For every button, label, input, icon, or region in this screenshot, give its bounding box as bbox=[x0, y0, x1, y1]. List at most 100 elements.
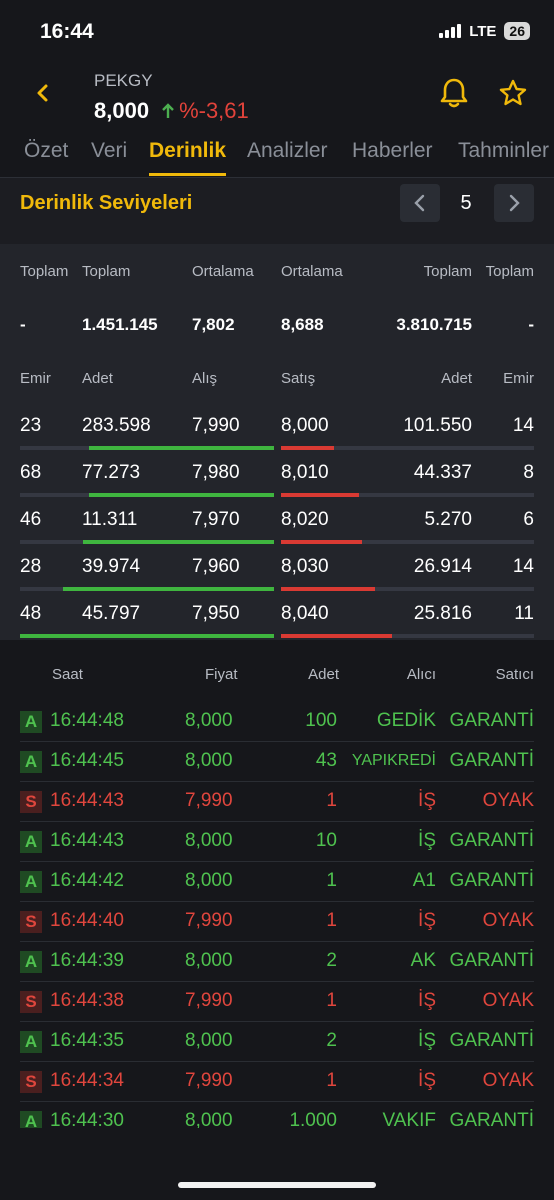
bid-price: 7,970 bbox=[192, 509, 240, 530]
trade-row[interactable]: S 16:44:40 7,990 1 İŞ OYAK bbox=[20, 902, 534, 942]
back-button[interactable] bbox=[28, 78, 58, 108]
level-increase-button[interactable] bbox=[494, 184, 534, 222]
trade-side-badge: S bbox=[20, 791, 42, 813]
trade-seller: GARANTİ bbox=[449, 1030, 534, 1051]
trade-seller: OYAK bbox=[482, 1070, 534, 1091]
trade-price: 8,000 bbox=[185, 870, 233, 891]
trade-buyer: İŞ bbox=[418, 830, 436, 851]
trade-row[interactable]: A 16:44:42 8,000 1 A1 GARANTİ bbox=[20, 862, 534, 902]
status-bar: 16:44 LTE 26 bbox=[0, 0, 554, 64]
tab-tahminler[interactable]: Tahminler bbox=[458, 136, 549, 176]
trade-quantity: 1 bbox=[326, 1070, 337, 1091]
trade-seller: GARANTİ bbox=[449, 870, 534, 891]
ask-quantity: 44.337 bbox=[413, 462, 472, 483]
trade-price: 8,000 bbox=[185, 1110, 233, 1128]
trade-quantity: 100 bbox=[305, 710, 337, 731]
ask-orders: 11 bbox=[514, 603, 534, 624]
network-type: LTE bbox=[469, 22, 497, 40]
summary-label: Toplam bbox=[423, 263, 472, 280]
column-header-seller: Satıcı bbox=[495, 666, 534, 683]
summary-value: - bbox=[528, 315, 534, 334]
trade-price: 7,990 bbox=[185, 790, 233, 811]
trade-price: 8,000 bbox=[185, 950, 233, 971]
tab-analizler[interactable]: Analizler bbox=[247, 136, 328, 176]
ask-quantity: 26.914 bbox=[413, 556, 472, 577]
trade-seller: GARANTİ bbox=[449, 830, 534, 851]
summary-label: Toplam bbox=[82, 263, 131, 280]
trade-seller: OYAK bbox=[482, 790, 534, 811]
trade-quantity: 1 bbox=[326, 910, 337, 931]
trade-row[interactable]: S 16:44:38 7,990 1 İŞ OYAK bbox=[20, 982, 534, 1022]
tab-veri[interactable]: Veri bbox=[91, 136, 127, 176]
summary-value: - bbox=[20, 315, 26, 334]
trade-buyer: İŞ bbox=[418, 910, 436, 931]
ask-price: 8,040 bbox=[281, 603, 329, 624]
bid-volume-bar bbox=[83, 540, 274, 544]
alert-button[interactable] bbox=[438, 76, 470, 110]
trade-row[interactable]: A 16:44:39 8,000 2 AK GARANTİ bbox=[20, 942, 534, 982]
trade-time: 16:44:43 bbox=[50, 830, 124, 851]
trade-row[interactable]: A 16:44:45 8,000 43 YAPIKREDİ GARANTİ bbox=[20, 742, 534, 782]
ask-price: 8,020 bbox=[281, 509, 329, 530]
trade-row[interactable]: A 16:44:30 8,000 1.000 VAKIF GARANTİ bbox=[20, 1102, 534, 1128]
column-header-price: Fiyat bbox=[205, 666, 238, 683]
trade-row[interactable]: A 16:44:35 8,000 2 İŞ GARANTİ bbox=[20, 1022, 534, 1062]
bid-price: 7,990 bbox=[192, 415, 240, 436]
trade-row[interactable]: S 16:44:34 7,990 1 İŞ OYAK bbox=[20, 1062, 534, 1102]
summary-label: Toplam bbox=[485, 263, 534, 280]
favorite-button[interactable] bbox=[498, 78, 528, 108]
level-decrease-button[interactable] bbox=[400, 184, 440, 222]
ask-quantity: 5.270 bbox=[424, 509, 472, 530]
summary-label: Toplam bbox=[20, 263, 69, 280]
ask-quantity: 25.816 bbox=[413, 603, 472, 624]
summary-value: 7,802 bbox=[192, 315, 235, 334]
column-label: Alış bbox=[192, 370, 218, 387]
summary-label: Ortalama bbox=[281, 263, 343, 280]
bid-orders: 23 bbox=[20, 415, 42, 436]
arrow-up-icon bbox=[162, 103, 174, 118]
trade-side-badge: A bbox=[20, 871, 42, 893]
trades-list[interactable]: A 16:44:48 8,000 100 GEDİK GARANTİ A 16:44:45 8,… bbox=[0, 702, 554, 1128]
trade-time: 16:44:42 bbox=[50, 870, 124, 891]
ask-volume-bar bbox=[281, 493, 359, 497]
column-header-buyer: Alıcı bbox=[406, 666, 436, 683]
summary-value: 1.451.145 bbox=[82, 315, 158, 334]
trade-price: 7,990 bbox=[185, 910, 233, 931]
trade-buyer: İŞ bbox=[418, 790, 436, 811]
ask-orders: 14 bbox=[512, 556, 534, 577]
bid-orders: 46 bbox=[20, 509, 42, 530]
tab-derinlik[interactable]: Derinlik bbox=[149, 136, 227, 176]
ask-orders: 14 bbox=[512, 415, 534, 436]
trade-side-badge: A bbox=[20, 711, 42, 733]
column-label: Satış bbox=[281, 370, 316, 387]
trade-seller: GARANTİ bbox=[449, 710, 534, 731]
home-indicator[interactable] bbox=[178, 1182, 376, 1188]
trade-price: 8,000 bbox=[185, 1030, 233, 1051]
trade-buyer: İŞ bbox=[418, 1070, 436, 1091]
bid-quantity: 45.797 bbox=[82, 603, 141, 624]
trade-row[interactable]: S 16:44:43 7,990 1 İŞ OYAK bbox=[20, 782, 534, 822]
column-label: Adet bbox=[82, 370, 113, 387]
ask-orders: 8 bbox=[523, 462, 534, 483]
tab-ozet[interactable]: Özet bbox=[24, 136, 68, 176]
ask-orders: 6 bbox=[523, 509, 534, 530]
trade-side-badge: S bbox=[20, 991, 42, 1013]
bid-quantity: 39.974 bbox=[82, 556, 141, 577]
trade-seller: GARANTİ bbox=[449, 750, 534, 771]
price-change-value: %-3,61 bbox=[179, 98, 249, 123]
trade-seller: OYAK bbox=[482, 990, 534, 1011]
trade-row[interactable]: A 16:44:43 8,000 10 İŞ GARANTİ bbox=[20, 822, 534, 862]
tab-haberler[interactable]: Haberler bbox=[352, 136, 433, 176]
battery-icon: 26 bbox=[504, 22, 530, 40]
trade-side-badge: A bbox=[20, 951, 42, 973]
status-indicators: LTE 26 bbox=[439, 22, 530, 40]
signal-icon bbox=[439, 24, 462, 38]
trade-quantity: 1 bbox=[326, 790, 337, 811]
level-count: 5 bbox=[460, 192, 472, 214]
trade-side-badge: A bbox=[20, 751, 42, 773]
bid-price: 7,950 bbox=[192, 603, 240, 624]
symbol-name: PEKGY bbox=[94, 71, 153, 90]
trade-time: 16:44:39 bbox=[50, 950, 124, 971]
bid-volume-bar bbox=[89, 493, 274, 497]
trade-row[interactable]: A 16:44:48 8,000 100 GEDİK GARANTİ bbox=[20, 702, 534, 742]
